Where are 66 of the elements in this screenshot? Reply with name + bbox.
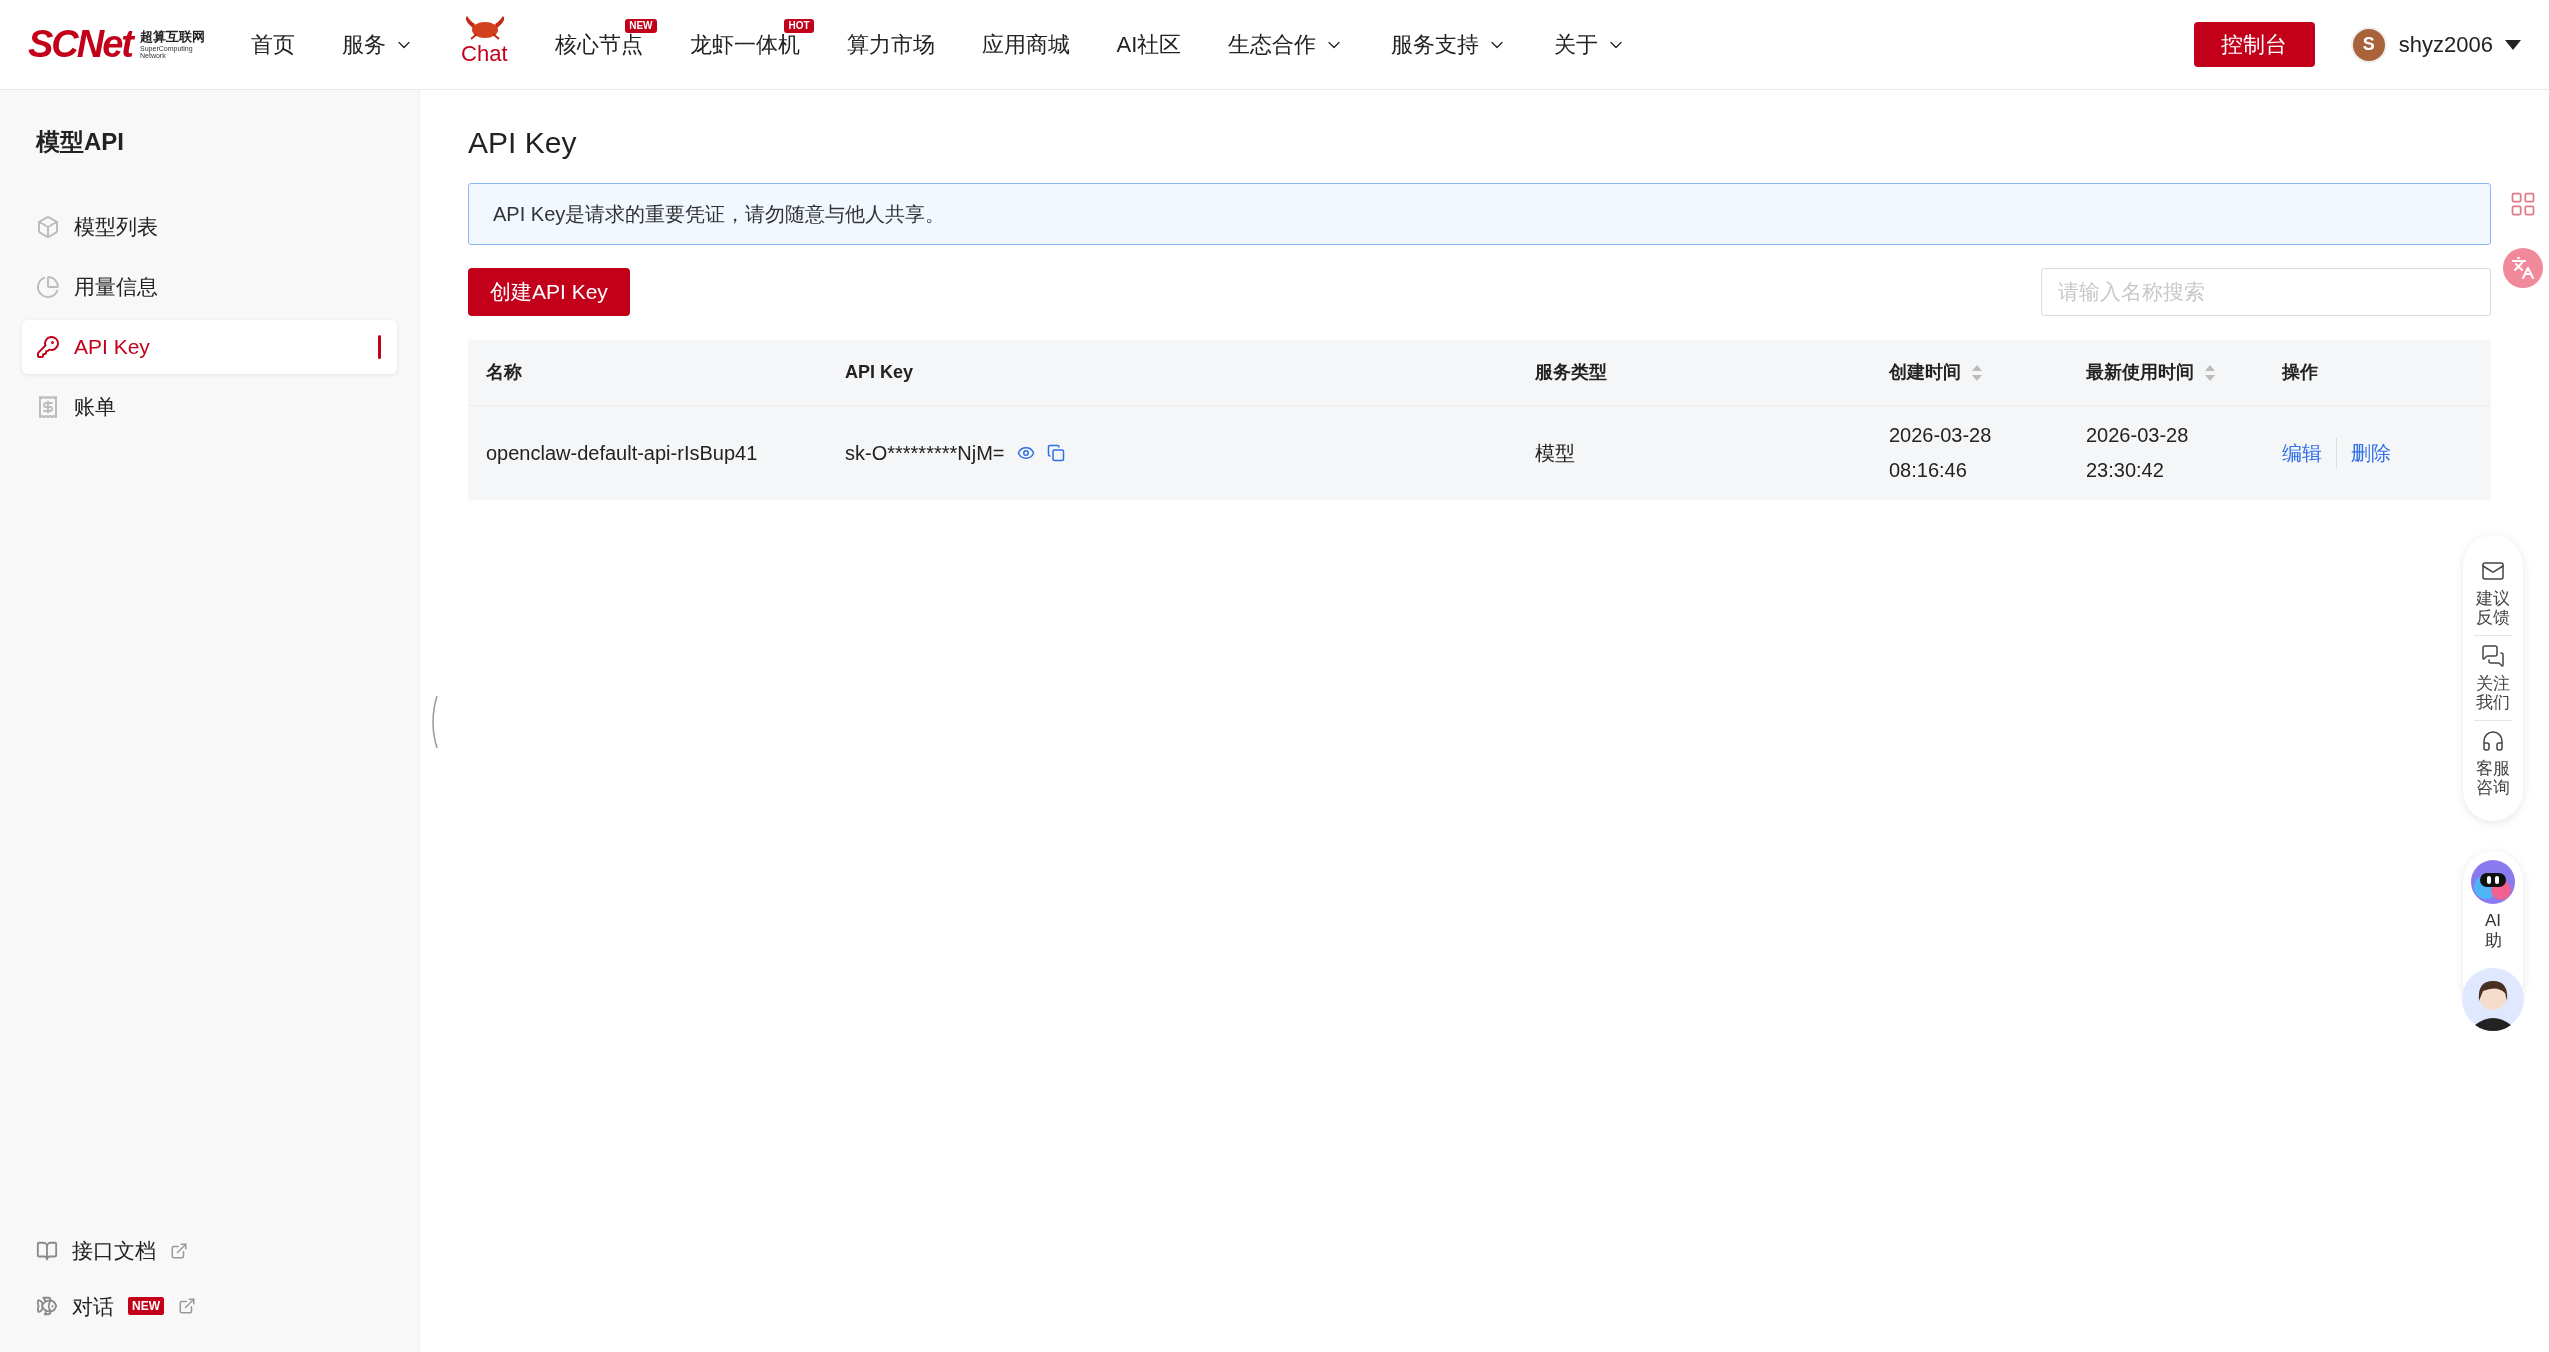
float-panel-item[interactable]: 关注我们 [2474, 635, 2512, 720]
nav-badge: NEW [625, 19, 657, 33]
nav-link[interactable]: 关于 [1554, 28, 1627, 61]
nav-link[interactable]: 生态合作 [1228, 28, 1345, 61]
headset-icon [2481, 729, 2505, 753]
action-link[interactable]: 编辑 [2282, 438, 2336, 468]
mail-icon [2481, 559, 2505, 583]
sidebar-title: 模型API [36, 127, 124, 157]
chat-bubbles-icon [2481, 644, 2505, 668]
sidebar-item[interactable]: 账单 [22, 380, 397, 434]
pie-chart-icon [36, 275, 60, 299]
eye-icon[interactable] [1016, 444, 1035, 462]
nav-link[interactable]: 首页 [251, 28, 296, 61]
sort-icon[interactable] [2204, 363, 2216, 382]
book-icon [36, 1239, 58, 1262]
external-link-icon [170, 1241, 188, 1260]
cube-icon [36, 215, 60, 239]
action-link[interactable]: 删除 [2336, 438, 2405, 468]
notice-banner: API Key是请求的重要凭证，请勿随意与他人共享。 [468, 183, 2491, 245]
nav-link[interactable]: 应用商城 [981, 28, 1070, 61]
nav-link[interactable]: Chat [461, 37, 508, 70]
sidebar-item[interactable]: API Key [22, 320, 397, 374]
create-key-button[interactable]: 创建API Key [468, 268, 630, 316]
key-icon [36, 335, 60, 359]
table-cell-text: 模型 [1534, 441, 1576, 466]
page-title: API Key [468, 125, 577, 161]
apps-icon[interactable] [2509, 190, 2537, 218]
column-header: 名称 [486, 361, 522, 384]
robot-icon [2470, 859, 2516, 905]
fish-icon [36, 1295, 58, 1318]
assistant-label[interactable]: AI助 [2483, 911, 2503, 951]
nav-link[interactable]: 服务支持 [1391, 28, 1508, 61]
sidebar-item[interactable]: 用量信息 [22, 260, 397, 314]
nav-link[interactable]: 算力市场 [846, 28, 935, 61]
translate-icon [2511, 256, 2535, 280]
nav-link[interactable]: AI社区 [1116, 28, 1182, 61]
float-panel-item[interactable]: 客服咨询 [2474, 720, 2512, 805]
sidebar-link[interactable]: 对话 [72, 1290, 114, 1322]
assistant-avatar-icon[interactable] [2461, 967, 2525, 1031]
nav-badge: HOT [784, 19, 814, 33]
logo-subtitle: 超算互联网 [140, 30, 206, 43]
nav-link[interactable]: 服务 [342, 28, 415, 61]
sort-icon[interactable] [1971, 363, 1983, 382]
column-header: API Key [845, 361, 914, 384]
translate-button[interactable] [2503, 248, 2543, 288]
new-badge: NEW [128, 1297, 164, 1316]
user-name[interactable]: shyz2006 [2398, 28, 2493, 61]
column-header: 操作 [2282, 361, 2318, 384]
sidebar-link[interactable]: 接口文档 [72, 1235, 156, 1267]
table-cell-text: 2026-03-28 23:30:42 [2085, 423, 2190, 483]
table-cell-text: sk-O*********NjM= [845, 441, 1005, 466]
logo-wordmark: SCNet [28, 22, 133, 67]
column-header[interactable]: 创建时间 [1889, 359, 1961, 386]
caret-icon [2505, 39, 2521, 50]
table-cell-text: openclaw-default-api-rIsBup41 [485, 441, 759, 466]
column-header[interactable]: 最新使用时间 [2086, 359, 2194, 386]
sidebar-item[interactable]: 模型列表 [22, 200, 397, 254]
user-avatar[interactable]: S [2350, 26, 2387, 63]
float-panel-item[interactable]: 建议反馈 [2474, 551, 2512, 635]
external-link-icon [178, 1297, 196, 1316]
receipt-icon [36, 395, 60, 419]
console-button[interactable]: 控制台 [2193, 22, 2315, 67]
active-indicator [378, 335, 381, 359]
column-header: 服务类型 [1535, 361, 1607, 384]
copy-icon[interactable] [1046, 444, 1065, 462]
table-cell-text: 2026-03-28 08:16:46 [1888, 423, 1993, 483]
